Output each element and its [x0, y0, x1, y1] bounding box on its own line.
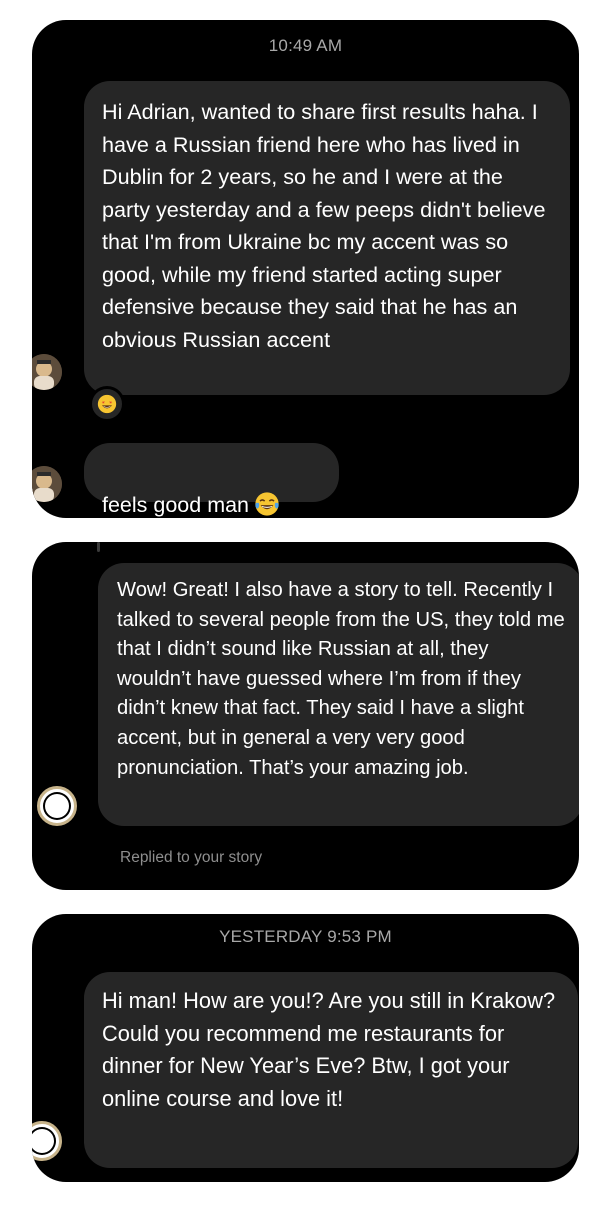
scroll-indicator	[97, 542, 100, 552]
story-thumbnail	[32, 1127, 56, 1155]
story-thumbnail	[43, 792, 71, 820]
star-struck-emoji-icon[interactable]	[89, 386, 125, 422]
chat-card-2: Wow! Great! I also have a story to tell.…	[32, 542, 579, 890]
incoming-message-bubble[interactable]: Hi man! How are you!? Are you still in K…	[84, 972, 578, 1168]
avatar-icon[interactable]	[32, 466, 62, 502]
incoming-message-bubble[interactable]: Hi Adrian, wanted to share first results…	[84, 81, 570, 395]
message-text: feels good man	[102, 492, 250, 517]
message-timestamp: 10:49 AM	[268, 36, 343, 55]
story-reply-avatar-icon[interactable]	[37, 786, 77, 826]
incoming-message-bubble[interactable]: Wow! Great! I also have a story to tell.…	[98, 563, 579, 826]
incoming-message-bubble-short[interactable]: feels good man	[84, 443, 339, 517]
replied-to-story-note: Replied to your story	[120, 849, 263, 866]
avatar-icon[interactable]	[32, 354, 62, 390]
story-reply-avatar-icon[interactable]	[32, 1121, 62, 1161]
tears-of-joy-emoji-icon	[255, 491, 279, 516]
message-timestamp: YESTERDAY 9:53 PM	[219, 927, 392, 946]
chat-card-3: YESTERDAY 9:53 PM Hi man! How are you!? …	[32, 914, 579, 1182]
chat-card-1: 10:49 AM Hi Adrian, wanted to share firs…	[32, 20, 579, 518]
